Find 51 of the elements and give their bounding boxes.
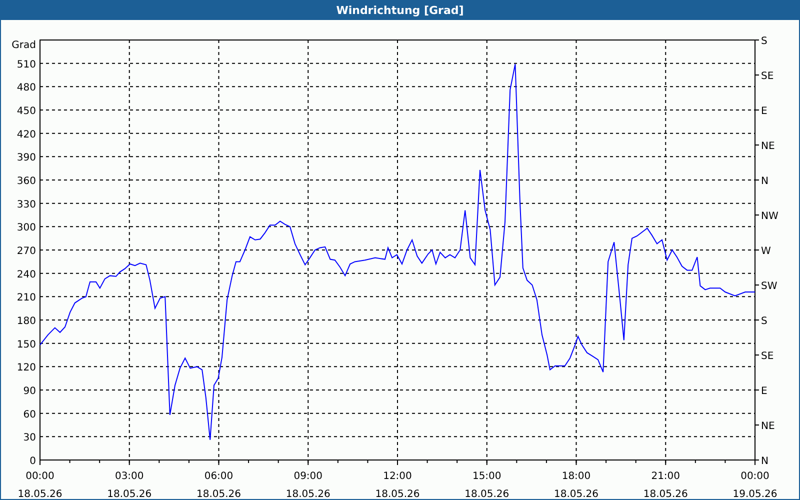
y-axis-label: 480: [16, 82, 36, 94]
direction-label: E: [761, 386, 768, 397]
y-axis-label: 120: [16, 362, 36, 374]
direction-label: E: [761, 106, 768, 117]
x-axis-time-label: 09:00: [294, 471, 323, 482]
direction-label: NW: [761, 211, 778, 222]
x-axis-time-label: 03:00: [114, 471, 144, 482]
x-axis-time-label: 00:00: [26, 471, 54, 482]
y-axis-label: 0: [30, 456, 36, 467]
y-axis-label: 330: [16, 199, 36, 210]
x-axis-time-label: 21:00: [651, 471, 680, 482]
y-axis-label: 360: [16, 176, 36, 187]
x-axis-date-label: 18.05.26: [554, 489, 599, 499]
direction-label: SE: [761, 71, 774, 82]
x-axis-time-label: 18:00: [562, 471, 591, 482]
x-axis-date-label: 18.05.26: [643, 489, 688, 499]
direction-label: NE: [761, 421, 775, 432]
x-axis-date-label: 18.05.26: [196, 489, 242, 499]
direction-label: S: [761, 316, 768, 327]
direction-label: SE: [761, 351, 774, 362]
y-axis-label: 270: [16, 246, 36, 257]
x-axis-date-label: 19.05.26: [732, 489, 778, 499]
x-axis-time-label: 15:00: [472, 471, 502, 482]
x-axis-date-label: 18.05.26: [18, 489, 62, 499]
x-axis-time-label: 12:00: [383, 471, 412, 482]
y-axis-label: 240: [16, 269, 36, 280]
y-axis-label: 30: [23, 432, 36, 444]
window-title: Windrichtung [Grad]: [0, 0, 800, 20]
y-axis-label: 420: [16, 129, 36, 140]
direction-label: W: [761, 246, 771, 257]
x-axis-date-label: 18.05.26: [464, 489, 510, 499]
y-axis-label: 180: [16, 316, 36, 327]
y-axis-title: Grad: [12, 40, 36, 51]
y-axis-label: 450: [16, 106, 36, 117]
direction-label: N: [761, 456, 768, 467]
x-axis-time-label: 06:00: [204, 471, 234, 482]
y-axis-label: 510: [16, 59, 36, 70]
x-axis-date-label: 18.05.26: [107, 489, 152, 499]
direction-label: SW: [761, 281, 778, 292]
y-axis-label: 390: [16, 152, 36, 164]
x-axis-date-label: 18.05.26: [375, 489, 420, 499]
y-axis-label: 60: [23, 409, 36, 420]
y-axis-label: 90: [23, 386, 36, 397]
x-axis-date-label: 18.05.26: [286, 489, 330, 499]
x-axis-time-label: 00:00: [740, 471, 770, 482]
direction-label: N: [761, 176, 768, 187]
direction-label: NE: [761, 141, 775, 152]
direction-label: S: [761, 36, 768, 47]
y-axis-label: 210: [16, 292, 36, 304]
y-axis-label: 300: [16, 222, 36, 234]
y-axis-label: 150: [16, 339, 36, 350]
